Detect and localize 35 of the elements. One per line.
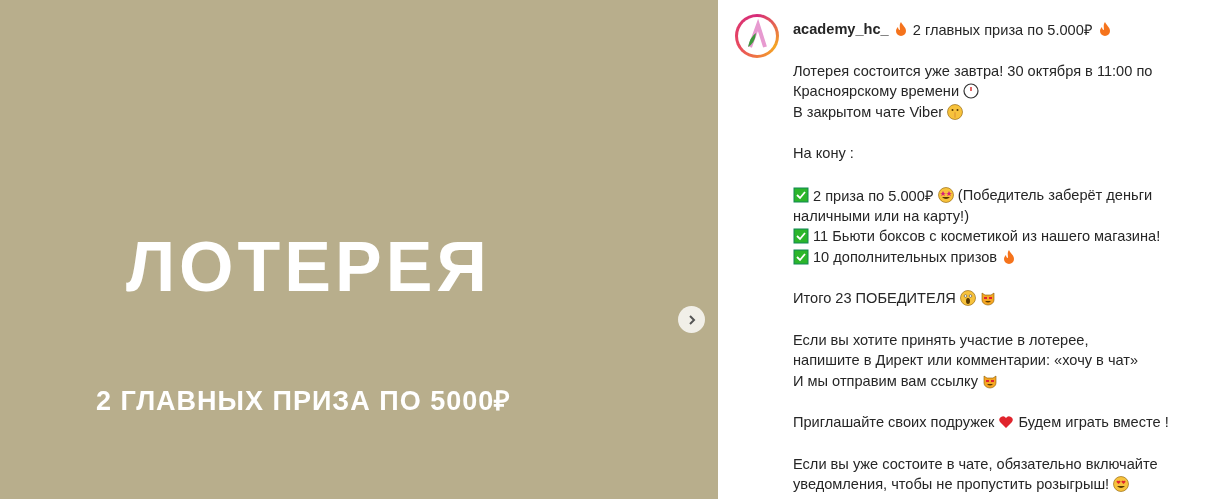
- caption-text: В закрытом чате Viber: [793, 104, 944, 121]
- screaming-face-icon: [959, 290, 976, 307]
- heart-icon: [998, 414, 1015, 431]
- slide-subtitle: 2 ГЛАВНЫХ ПРИЗА ПО 5000₽: [96, 388, 512, 415]
- cat-face-icon: [981, 373, 998, 390]
- check-icon: [793, 228, 809, 245]
- slide-title: ЛОТЕРЕЯ: [126, 232, 491, 302]
- caption-text: И мы отправим вам ссылку: [793, 373, 978, 390]
- caption-text: На кону :: [793, 145, 854, 162]
- check-icon: [793, 248, 809, 265]
- check-icon: [793, 186, 809, 203]
- caption-text: Если вы уже состоите в чате, обязательно включайте: [793, 455, 1158, 472]
- caption-text: Если вы хотите принять участие в лотерее,: [793, 331, 1089, 348]
- caption-text: Лотерея состоится уже завтра! 30 октября в 11:00 по: [793, 62, 1153, 79]
- caption-text: 2 приза по 5.000₽: [813, 186, 934, 205]
- caption-text: уведомления, чтобы не пропустить розыгрыш!: [793, 476, 1110, 493]
- caption-text: Итого 23 ПОБЕДИТЕЛЯ: [793, 290, 956, 307]
- avatar[interactable]: [735, 14, 779, 58]
- star-eyes-face-icon: [937, 186, 954, 203]
- username-link[interactable]: academy_hc_: [793, 21, 889, 38]
- caption-text: (Победитель заберёт деньги: [957, 186, 1153, 203]
- cat-face-icon: [979, 290, 996, 307]
- caption-text: Красноярскому времени: [793, 83, 960, 100]
- next-button[interactable]: [678, 306, 705, 333]
- caption-text: 11 Бьюти боксов с косметикой из нашего магазина!: [813, 228, 1161, 245]
- letter-logo-icon: [738, 17, 776, 55]
- caption-text: наличными или на карту!): [793, 207, 970, 224]
- heart-eyes-face-icon: [1113, 476, 1130, 493]
- caption-text: Приглашайте своих подружек: [793, 414, 995, 431]
- caption-text: 2 главных приза по 5.000₽: [912, 21, 1093, 40]
- caption-text: Будем играть вместе !: [1018, 414, 1169, 431]
- caption-text: напишите в Директ или комментарии: «хочу в чат»: [793, 352, 1139, 369]
- shushing-face-icon: [947, 104, 964, 121]
- caption-text: 10 дополнительных призов: [813, 248, 998, 265]
- clock-icon: [963, 83, 980, 100]
